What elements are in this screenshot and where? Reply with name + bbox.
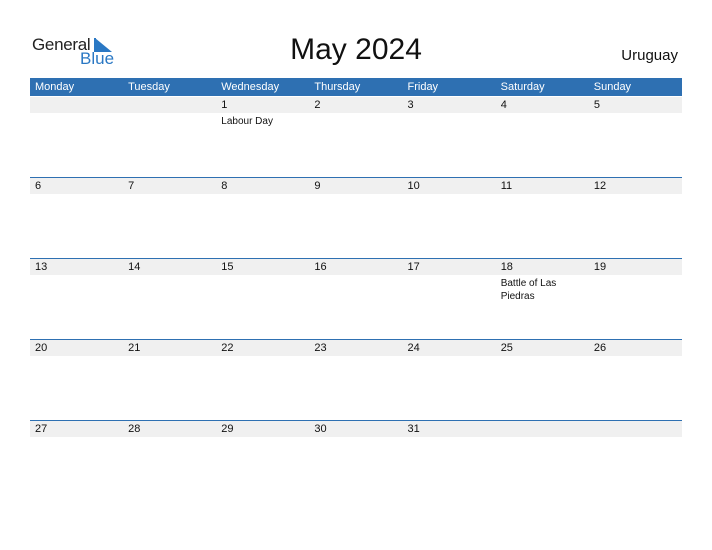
day-cell: 6 — [30, 178, 123, 259]
week-row: 20 21 22 23 24 25 26 — [30, 339, 682, 421]
day-cell: 13 — [30, 259, 123, 340]
day-cell: 30 — [309, 421, 402, 502]
day-number: 22 — [221, 342, 234, 354]
day-number: 30 — [314, 423, 327, 435]
day-cell: 10 — [403, 178, 496, 259]
day-number: 10 — [407, 180, 420, 192]
day-number: 27 — [35, 423, 48, 435]
day-number: 5 — [593, 99, 600, 111]
day-cell: 18 Battle of Las Piedras — [496, 259, 589, 340]
day-cell: 20 — [30, 340, 123, 421]
weekday-wednesday: Wednesday — [221, 81, 280, 93]
day-cell: 29 — [216, 421, 309, 502]
day-number: 1 — [221, 99, 228, 111]
day-number: 18 — [500, 261, 513, 273]
day-number: 6 — [35, 180, 42, 192]
day-number: 14 — [128, 261, 141, 273]
day-cell: 14 — [123, 259, 216, 340]
day-number: 8 — [221, 180, 228, 192]
day-cell: 11 — [496, 178, 589, 259]
country-label: Uruguay — [621, 47, 678, 64]
week-row: 13 14 15 16 17 18 Battle of Las Piedras 19 — [30, 258, 682, 340]
holiday-label: Battle of Las Piedras — [500, 278, 557, 302]
day-number: 31 — [407, 423, 420, 435]
day-number: 20 — [35, 342, 48, 354]
day-cell: 28 — [123, 421, 216, 502]
day-cell: 22 — [216, 340, 309, 421]
day-cell: 1 Labour Day — [216, 97, 309, 178]
day-number: 9 — [314, 180, 321, 192]
day-cell — [123, 97, 216, 178]
day-cell: 19 — [589, 259, 682, 340]
holiday-label: Labour Day — [221, 116, 273, 127]
weekday-monday: Monday — [35, 81, 75, 93]
week-row: 1 Labour Day 2 3 4 5 — [30, 97, 682, 178]
day-cell: 9 — [309, 178, 402, 259]
day-cell: 26 — [589, 340, 682, 421]
day-number: 25 — [500, 342, 513, 354]
day-cell: 5 — [589, 97, 682, 178]
day-number: 29 — [221, 423, 234, 435]
day-number: 23 — [314, 342, 327, 354]
week-row: 6 7 8 9 10 11 12 — [30, 177, 682, 259]
day-cell: 27 — [30, 421, 123, 502]
weekday-tuesday: Tuesday — [128, 81, 170, 93]
day-number: 3 — [407, 99, 414, 111]
day-cell: 8 — [216, 178, 309, 259]
weekday-saturday: Saturday — [500, 81, 545, 93]
day-number: 12 — [593, 180, 607, 192]
day-cell: 16 — [309, 259, 402, 340]
day-cell: 31 — [403, 421, 496, 502]
day-number: 16 — [314, 261, 327, 273]
day-number: 11 — [500, 180, 513, 192]
day-number: 13 — [35, 261, 48, 273]
calendar-title: May 2024 — [290, 33, 422, 66]
day-cell: 7 — [123, 178, 216, 259]
weekday-friday: Friday — [407, 81, 439, 93]
day-number: 19 — [593, 261, 607, 273]
weekday-sunday: Sunday — [593, 81, 632, 93]
day-number: 2 — [314, 99, 321, 111]
day-number: 7 — [128, 180, 135, 192]
day-cell: 3 — [403, 97, 496, 178]
day-cell: 23 — [309, 340, 402, 421]
day-cell — [589, 421, 682, 502]
day-number: 28 — [128, 423, 141, 435]
weekday-thursday: Thursday — [314, 81, 361, 93]
day-cell: 15 — [216, 259, 309, 340]
day-cell: 24 — [403, 340, 496, 421]
day-cell: 4 — [496, 97, 589, 178]
day-cell: 21 — [123, 340, 216, 421]
day-number: 15 — [221, 261, 234, 273]
day-cell — [496, 421, 589, 502]
day-cell: 12 — [589, 178, 682, 259]
week-row: 27 28 29 30 31 — [30, 420, 682, 502]
day-cell: 25 — [496, 340, 589, 421]
day-cell — [30, 97, 123, 178]
day-cell: 17 — [403, 259, 496, 340]
day-number: 4 — [500, 99, 507, 111]
day-cell: 2 — [309, 97, 402, 178]
day-number: 24 — [407, 342, 420, 354]
weekday-header: Monday Tuesday Wednesday Thursday Friday… — [30, 78, 682, 96]
day-number: 21 — [128, 342, 141, 354]
day-number: 17 — [407, 261, 420, 273]
day-number: 26 — [593, 342, 607, 354]
